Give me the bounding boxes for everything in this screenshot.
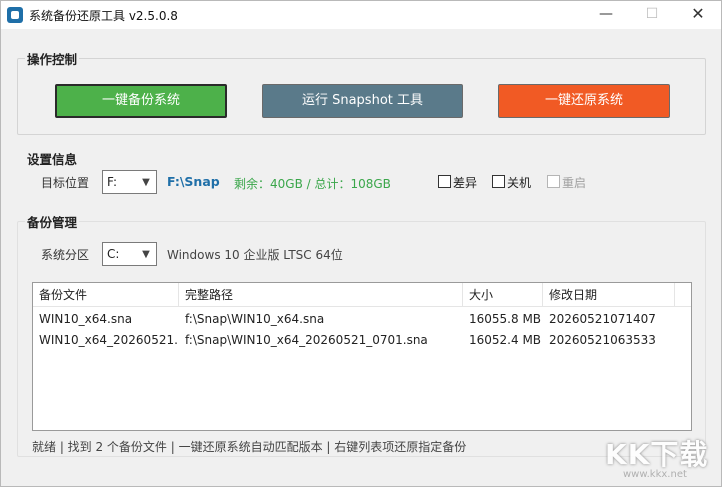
watermark: KK下载 www.kkx.net (605, 433, 717, 483)
row-date: 20260521063533 (549, 333, 656, 347)
row-path: f:\Snap\WIN10_x64.sna (185, 312, 325, 326)
restart-label: 重启 (562, 176, 587, 190)
disk-space-text: 剩余：40GB / 总计：108GB (234, 177, 391, 191)
watermark-url: www.kkx.net (623, 469, 687, 480)
watermark-logo: KK下载 (605, 438, 709, 471)
chevron-down-icon: ▼ (142, 177, 150, 188)
run-snapshot-button[interactable]: 运行 Snapshot 工具 (262, 84, 463, 118)
row-size: 16052.4 MB (469, 333, 542, 347)
settings-group-title: 设置信息 (25, 149, 80, 168)
app-icon (7, 7, 23, 23)
partition-select[interactable]: C: ▼ (102, 242, 157, 266)
target-drive-value: F: (107, 175, 118, 189)
differential-label: 差异 (453, 176, 478, 190)
title-bar[interactable]: 系统备份还原工具 v2.5.0.8 — ☐ ✕ (1, 1, 721, 29)
shutdown-checkbox[interactable] (492, 175, 505, 188)
row-file: WIN10_x64_20260521... (39, 333, 179, 347)
target-location-label: 目标位置 (41, 176, 90, 190)
row-date: 20260521071407 (549, 312, 656, 326)
window-title: 系统备份还原工具 v2.5.0.8 (29, 9, 178, 23)
differential-checkbox[interactable] (438, 175, 451, 188)
column-header-date[interactable]: 修改日期 (543, 283, 675, 307)
backup-list[interactable]: 备份文件 完整路径 大小 修改日期 WIN10_x64.sna f:\Snap\… (32, 282, 692, 431)
one-click-restore-button[interactable]: 一键还原系统 (498, 84, 670, 118)
backup-group-title: 备份管理 (25, 212, 80, 231)
chevron-down-icon: ▼ (142, 249, 150, 260)
status-bar-text: 就绪 | 找到 2 个备份文件 | 一键还原系统自动匹配版本 | 右键列表项还原… (32, 440, 467, 454)
minimize-button[interactable]: — (583, 1, 629, 29)
list-header: 备份文件 完整路径 大小 修改日期 (33, 283, 691, 307)
row-size: 16055.8 MB (469, 312, 542, 326)
row-file: WIN10_x64.sna (39, 312, 133, 326)
partition-value: C: (107, 247, 120, 261)
row-path: f:\Snap\WIN10_x64_20260521_0701.sna (185, 333, 428, 347)
column-header-file[interactable]: 备份文件 (33, 283, 179, 307)
system-partition-label: 系统分区 (41, 248, 90, 262)
shutdown-label: 关机 (507, 176, 532, 190)
restart-checkbox (547, 175, 560, 188)
maximize-button[interactable]: ☐ (629, 1, 675, 29)
operation-group-title: 操作控制 (25, 49, 80, 68)
one-click-backup-button[interactable]: 一键备份系统 (55, 84, 227, 118)
column-header-path[interactable]: 完整路径 (179, 283, 463, 307)
target-drive-select[interactable]: F: ▼ (102, 170, 157, 194)
os-version-text: Windows 10 企业版 LTSC 64位 (167, 248, 343, 262)
target-path-text: F:\Snap (167, 174, 220, 189)
table-row[interactable]: WIN10_x64.sna f:\Snap\WIN10_x64.sna 1605… (33, 309, 691, 330)
close-button[interactable]: ✕ (675, 1, 721, 29)
table-row[interactable]: WIN10_x64_20260521... f:\Snap\WIN10_x64_… (33, 330, 691, 351)
column-header-size[interactable]: 大小 (463, 283, 543, 307)
